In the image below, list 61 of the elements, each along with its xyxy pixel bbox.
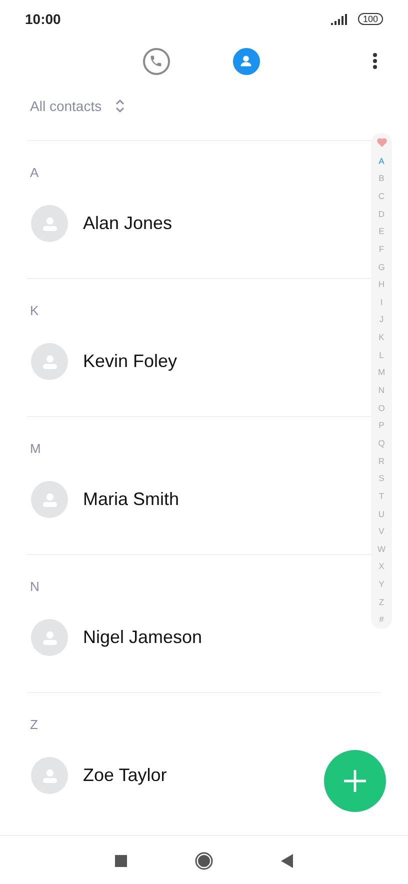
index-letter[interactable]: O	[378, 400, 385, 418]
section-header: N	[30, 579, 40, 594]
index-letter[interactable]: T	[378, 488, 384, 506]
contact-row[interactable]: Maria Smith	[31, 481, 180, 518]
index-letter[interactable]: V	[378, 523, 384, 541]
index-letter[interactable]: X	[378, 558, 384, 576]
index-letter[interactable]: C	[378, 188, 385, 206]
index-letter[interactable]: F	[378, 240, 384, 259]
index-letter[interactable]: B	[378, 170, 384, 188]
contact-name: Kevin Foley	[83, 351, 178, 372]
avatar-icon	[31, 619, 68, 656]
index-letter[interactable]: U	[378, 506, 385, 524]
avatar-icon	[31, 757, 68, 794]
index-letter[interactable]: #	[379, 611, 384, 629]
back-button[interactable]	[281, 854, 293, 868]
index-letter[interactable]: H	[378, 276, 385, 294]
contacts-tab[interactable]	[232, 48, 260, 74]
contacts-filter[interactable]: All contacts	[30, 98, 125, 114]
phone-icon	[149, 54, 163, 68]
index-letter[interactable]: A	[378, 152, 384, 170]
avatar-icon	[31, 205, 68, 242]
index-letter[interactable]: D	[378, 206, 385, 224]
index-letter[interactable]: N	[378, 382, 385, 400]
contact-name: Zoe Taylor	[83, 765, 167, 786]
index-letter[interactable]: Q	[378, 434, 385, 453]
contact-name: Maria Smith	[83, 489, 180, 510]
index-letter[interactable]: Y	[378, 576, 384, 594]
status-time: 10:00	[25, 11, 61, 27]
index-letter[interactable]: S	[378, 470, 384, 488]
contact-row[interactable]: Zoe Taylor	[31, 757, 167, 794]
avatar-icon	[31, 343, 68, 380]
index-letter[interactable]: R	[378, 452, 385, 470]
recents-button[interactable]	[115, 854, 127, 866]
index-letter[interactable]: Z	[378, 594, 384, 612]
contact-row[interactable]: Alan Jones	[31, 205, 172, 242]
avatar-icon	[31, 481, 68, 518]
person-icon	[239, 54, 253, 68]
battery-indicator: 100	[358, 13, 383, 25]
section-header: Z	[30, 717, 38, 732]
index-letter[interactable]: K	[378, 329, 384, 347]
index-letter[interactable]: E	[378, 223, 384, 241]
index-letter[interactable]: J	[379, 311, 384, 330]
contact-row[interactable]: Nigel Jameson	[31, 619, 202, 656]
section-header: A	[30, 165, 39, 180]
contact-row[interactable]: Kevin Foley	[31, 343, 178, 380]
index-letter[interactable]: I	[380, 294, 383, 312]
section-header: M	[30, 441, 41, 456]
index-letter[interactable]: L	[379, 346, 384, 364]
contact-name: Alan Jones	[83, 213, 172, 234]
phone-tab[interactable]	[142, 48, 170, 74]
signal-icon	[330, 14, 347, 24]
index-letter[interactable]: M	[378, 364, 386, 382]
contact-name: Nigel Jameson	[83, 627, 202, 648]
index-letter[interactable]: G	[378, 258, 385, 276]
menu-button[interactable]	[372, 52, 378, 70]
section-header: K	[30, 303, 39, 318]
plus-icon	[343, 769, 367, 793]
chevron-icon	[114, 99, 125, 113]
index-letter[interactable]: P	[378, 417, 384, 435]
index-letter[interactable]: W	[377, 540, 386, 558]
home-button[interactable]	[195, 852, 213, 870]
